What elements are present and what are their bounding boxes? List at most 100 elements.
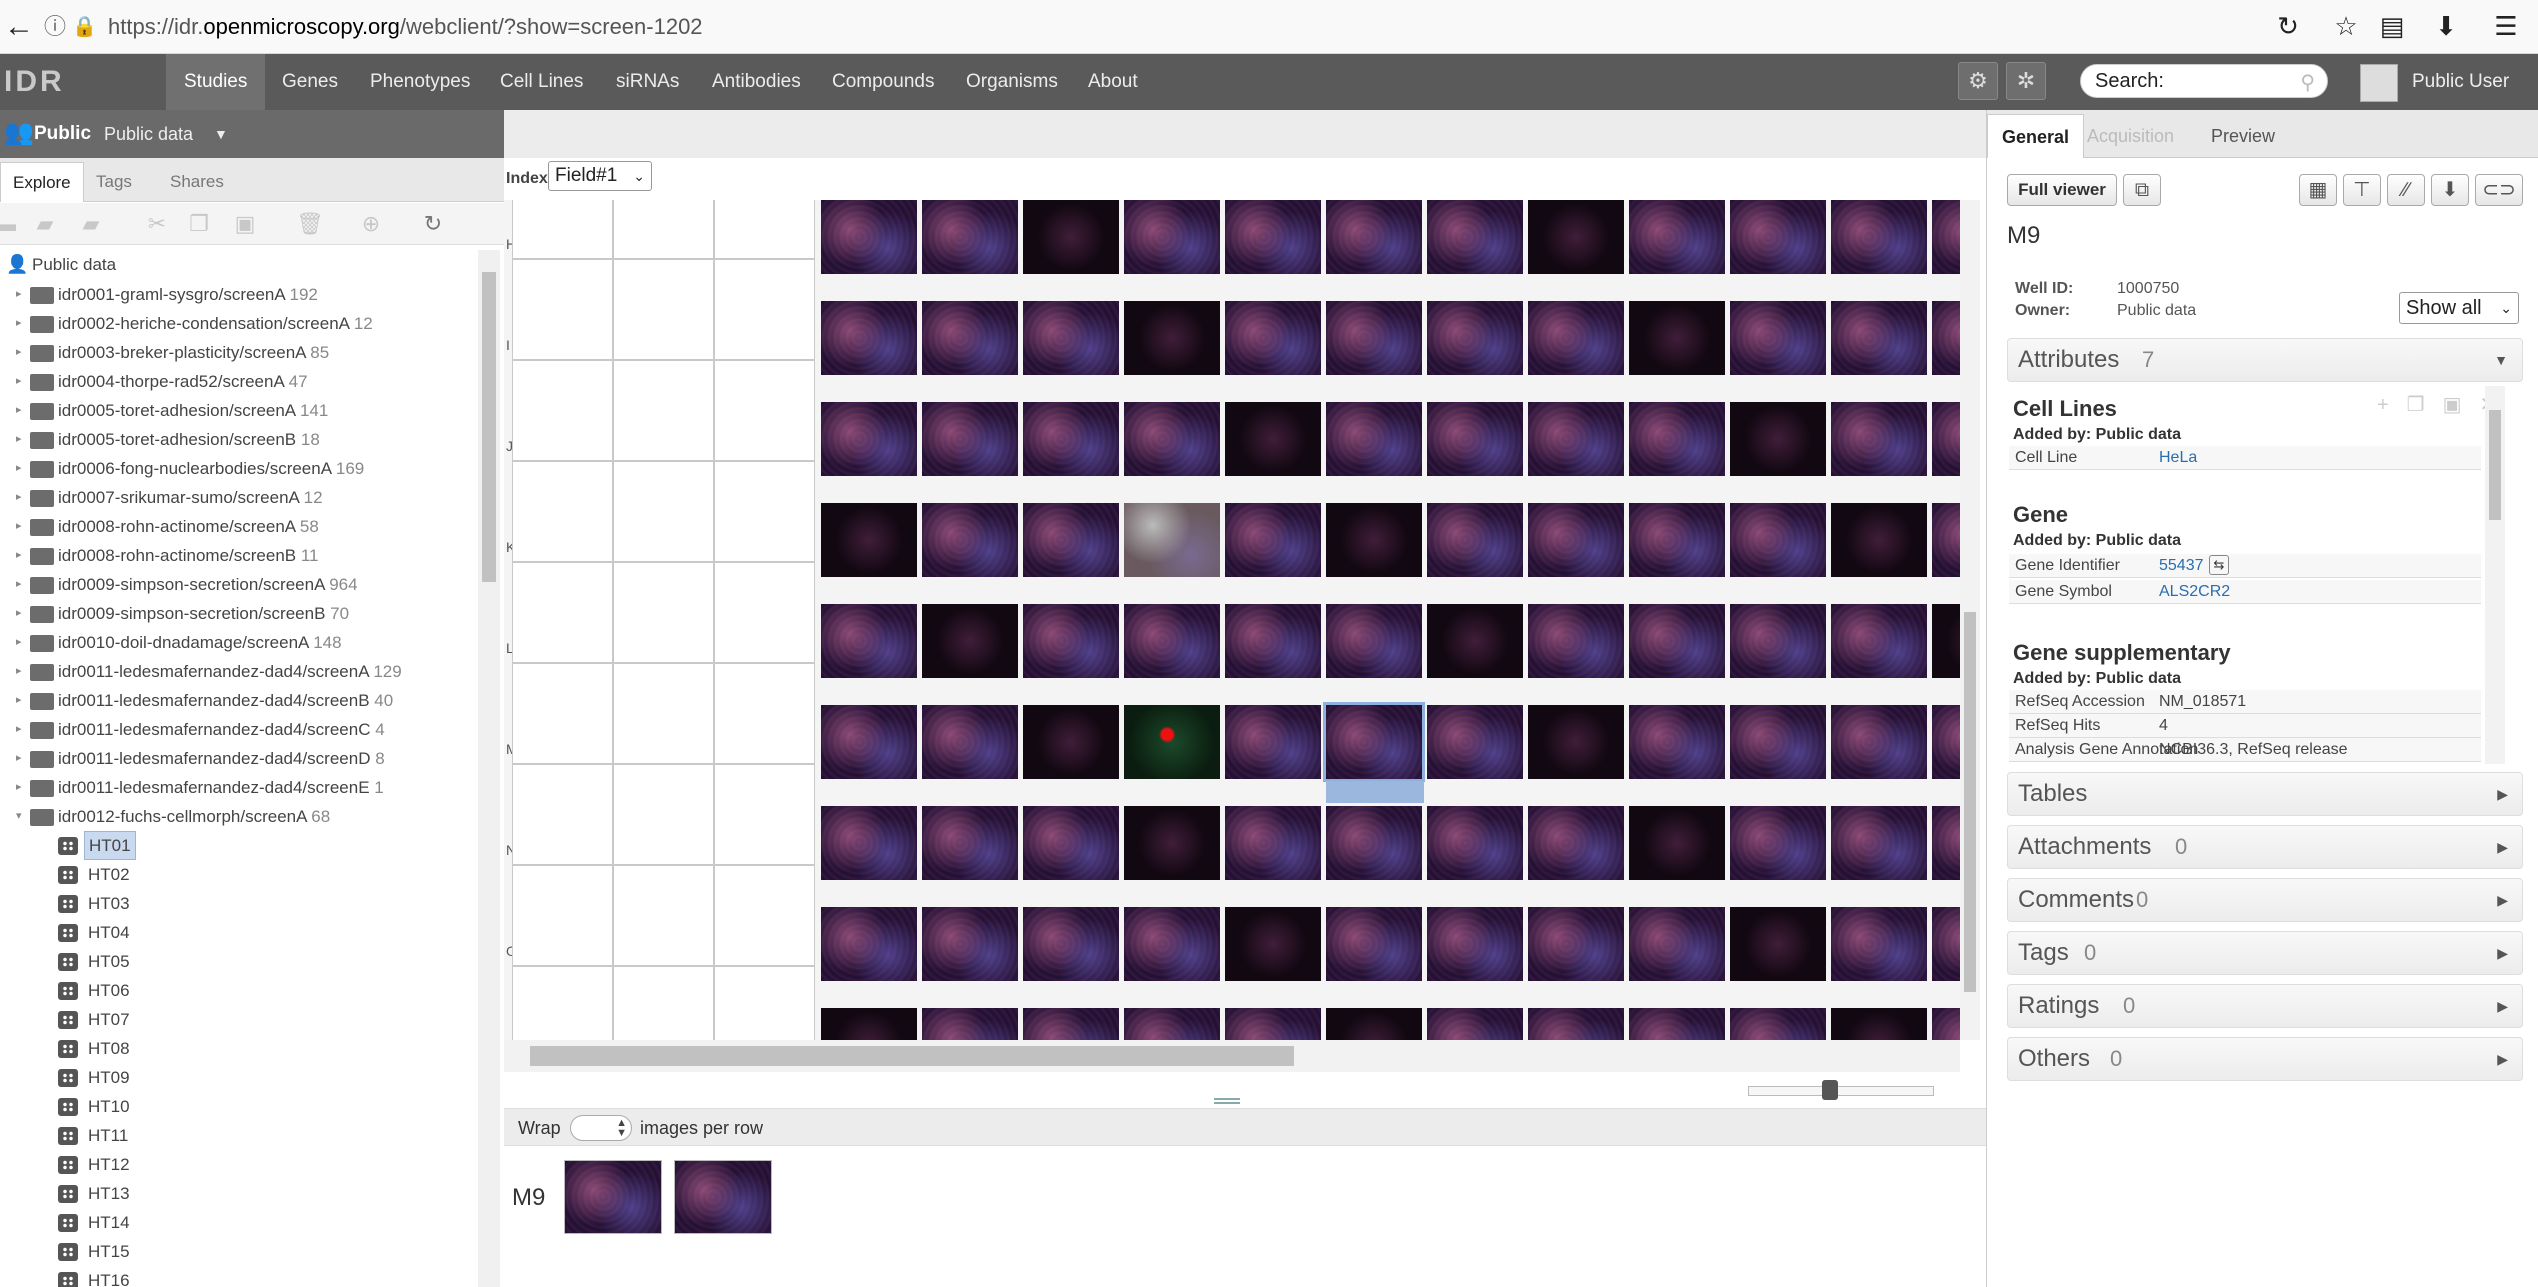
plate-well[interactable] (1831, 907, 1927, 981)
plate-well[interactable] (1427, 402, 1523, 476)
caret-right-icon[interactable]: ▸ (16, 657, 22, 686)
plate-well[interactable] (1023, 907, 1119, 981)
field-select[interactable]: Field#1 ⌄ (548, 161, 652, 191)
nav-phenotypes[interactable]: Phenotypes (352, 54, 488, 110)
caret-right-icon[interactable]: ▸ (16, 454, 22, 483)
caret-down-icon[interactable]: ▼ (214, 110, 228, 158)
caret-right-icon[interactable]: ▸ (16, 686, 22, 715)
plate-well[interactable] (512, 865, 613, 966)
plate-well[interactable] (1730, 705, 1826, 779)
plate-well[interactable] (613, 865, 714, 966)
delete-icon[interactable]: 🗑 (296, 211, 324, 237)
plate-well[interactable] (1932, 200, 1960, 274)
plate-well[interactable] (714, 259, 815, 360)
splitter-grip-icon[interactable] (1214, 1098, 1240, 1104)
plate-well[interactable] (1932, 604, 1960, 678)
plate-well[interactable] (922, 503, 1018, 577)
plate-well[interactable] (1730, 301, 1826, 375)
plate-well[interactable] (821, 806, 917, 880)
plate-well[interactable] (1932, 1008, 1960, 1040)
plate-well[interactable] (1124, 705, 1220, 779)
full-viewer-button[interactable]: Full viewer (2007, 174, 2117, 206)
plate-well[interactable] (1730, 604, 1826, 678)
caret-right-icon[interactable]: ▸ (16, 599, 22, 628)
plate-well[interactable] (1932, 907, 1960, 981)
plate-well[interactable] (512, 764, 613, 865)
section-others[interactable]: Others 0 ▶ (2007, 1037, 2523, 1081)
nav-antibodies[interactable]: Antibodies (694, 54, 819, 110)
plate-well[interactable] (1225, 503, 1321, 577)
plate-well[interactable] (1023, 604, 1119, 678)
plate-well[interactable] (1831, 604, 1927, 678)
plate-well[interactable] (1528, 604, 1624, 678)
path-icon[interactable]: ∕∕ (2387, 174, 2425, 206)
new-folder-icon[interactable]: ▬ (0, 211, 18, 237)
plate-well[interactable] (1023, 402, 1119, 476)
plate-well[interactable] (1730, 1008, 1826, 1040)
show-all-select[interactable]: Show all ⌄ (2399, 292, 2519, 324)
plate-well[interactable] (1023, 503, 1119, 577)
plate-well[interactable] (1124, 907, 1220, 981)
plate-well[interactable] (512, 259, 613, 360)
section-comments[interactable]: Comments 0 ▶ (2007, 878, 2523, 922)
plate-well[interactable] (714, 562, 815, 663)
plate-well[interactable] (1932, 806, 1960, 880)
idr-logo[interactable]: IDR (0, 54, 65, 110)
tab-shares[interactable]: Shares (158, 162, 236, 202)
download-icon[interactable]: ⬇ (2431, 174, 2469, 206)
plate-well[interactable] (1629, 402, 1725, 476)
plate-well[interactable] (1225, 806, 1321, 880)
plate-well[interactable] (1629, 604, 1725, 678)
plate-well[interactable] (1629, 1008, 1725, 1040)
caret-down-icon[interactable]: ▾ (16, 802, 22, 831)
plate-well[interactable] (821, 604, 917, 678)
new-dataset-icon[interactable]: ▰ (78, 211, 104, 237)
plate-well[interactable] (1427, 907, 1523, 981)
plate-well[interactable] (1730, 200, 1826, 274)
nav-genes[interactable]: Genes (264, 54, 356, 110)
plate-well[interactable] (1124, 806, 1220, 880)
info-icon[interactable]: ⓘ (44, 8, 66, 46)
plate-well[interactable] (1427, 806, 1523, 880)
plate-well[interactable] (1326, 200, 1422, 274)
plate-well[interactable] (512, 360, 613, 461)
plate-well[interactable] (1730, 402, 1826, 476)
plate-well[interactable] (922, 301, 1018, 375)
plate-well[interactable] (1831, 1008, 1927, 1040)
plate-well[interactable] (1023, 301, 1119, 375)
plate-well[interactable] (1124, 503, 1220, 577)
plate-well[interactable] (1023, 200, 1119, 274)
nav-studies[interactable]: Studies (166, 54, 266, 110)
plate-well[interactable] (1023, 1008, 1119, 1040)
plate-well[interactable] (821, 907, 917, 981)
plate-well[interactable] (1932, 301, 1960, 375)
plate-well[interactable] (1427, 301, 1523, 375)
plate-well[interactable] (1932, 503, 1960, 577)
caret-right-icon[interactable]: ▸ (16, 628, 22, 657)
plate-well[interactable] (1326, 907, 1422, 981)
caret-right-icon[interactable]: ▸ (16, 425, 22, 454)
tab-tags[interactable]: Tags (84, 162, 144, 202)
search-icon[interactable]: ⚲ (2300, 67, 2315, 99)
plate-well[interactable] (613, 200, 714, 259)
plate-well[interactable] (1730, 907, 1826, 981)
plate-well[interactable] (1528, 705, 1624, 779)
caret-right-icon[interactable]: ▸ (16, 570, 22, 599)
plate-well[interactable] (512, 461, 613, 562)
pane-splitter[interactable] (504, 1094, 1986, 1108)
plate-well[interactable] (1528, 503, 1624, 577)
plate-well[interactable] (1023, 705, 1119, 779)
images-per-row-stepper[interactable]: ▲ ▼ (570, 1115, 632, 1141)
plate-well[interactable] (1124, 402, 1220, 476)
plate-well[interactable] (1326, 806, 1422, 880)
plate-well[interactable] (1225, 301, 1321, 375)
plate-well[interactable] (1528, 907, 1624, 981)
reload-icon[interactable]: ↻ (2272, 10, 2304, 42)
plate-well[interactable] (1326, 1008, 1422, 1040)
plate-well[interactable] (613, 461, 714, 562)
plate-well[interactable] (1730, 806, 1826, 880)
caret-right-icon[interactable]: ▸ (16, 773, 22, 802)
plate-well[interactable] (1427, 503, 1523, 577)
back-arrow-icon[interactable]: ← (4, 8, 34, 46)
caret-right-icon[interactable]: ▸ (16, 396, 22, 425)
